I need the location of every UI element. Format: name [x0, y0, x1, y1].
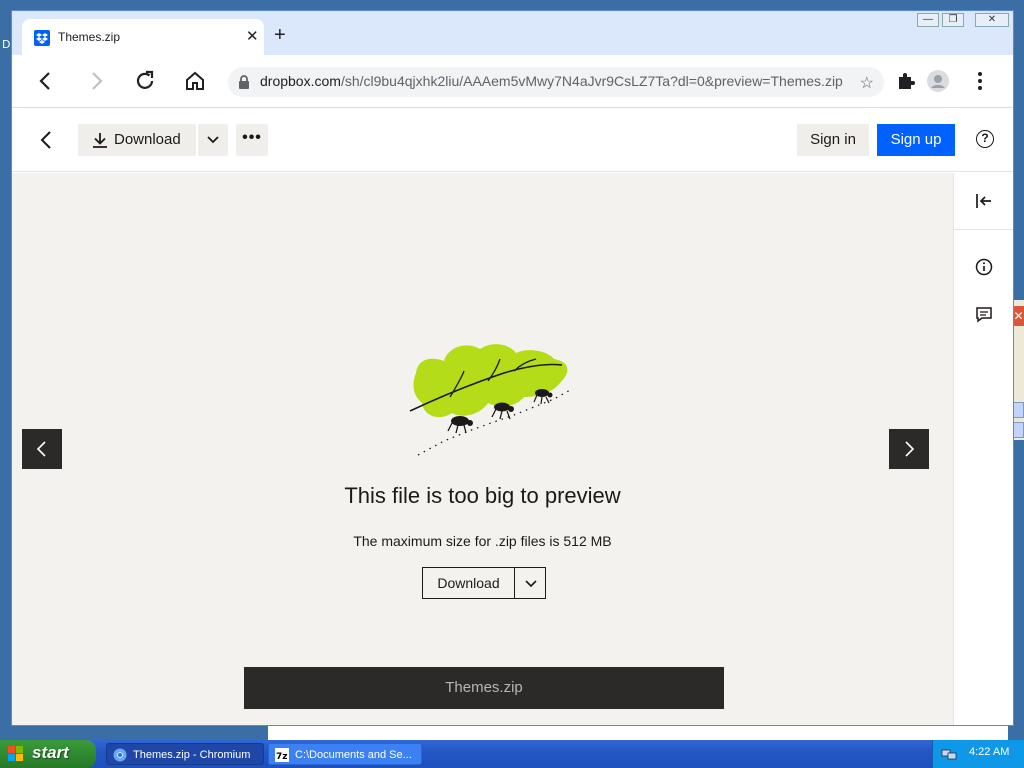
download-icon — [93, 133, 107, 148]
background-window-strip — [268, 724, 1008, 740]
dropbox-header: Download ••• Sign in Sign up ? — [12, 108, 1013, 172]
start-label: start — [32, 743, 69, 762]
chromium-icon — [113, 748, 127, 762]
window-close-button[interactable]: ✕ — [975, 13, 1009, 27]
background-scroll-up-icon[interactable] — [1013, 402, 1024, 418]
system-tray: 4:22 AM — [932, 740, 1024, 768]
preview-error-heading: This file is too big to preview — [344, 483, 621, 508]
desktop-icon-label: D — [2, 38, 11, 51]
collapse-sidebar-icon[interactable] — [974, 191, 994, 211]
back-chevron-icon[interactable] — [38, 128, 54, 152]
info-icon[interactable] — [974, 257, 994, 277]
address-bar[interactable]: dropbox.com/sh/cl9bu4qjxhk2liu/AAAem5vMw… — [228, 67, 884, 97]
preview-area: This file is too big to preview The maxi… — [12, 173, 953, 725]
help-icon[interactable]: ? — [976, 130, 994, 148]
browser-menu-icon[interactable] — [968, 69, 992, 93]
svg-text:7z: 7z — [276, 752, 288, 762]
download-label: Download — [114, 131, 181, 148]
background-window-close-icon[interactable]: ✕ — [1013, 306, 1024, 326]
taskbar-item-label: C:\Documents and Se... — [295, 749, 412, 761]
7zip-icon: 7z — [275, 748, 289, 762]
download-button[interactable]: Download — [78, 124, 196, 156]
right-sidebar — [953, 173, 1013, 725]
chevron-right-icon — [905, 441, 915, 457]
new-tab-icon[interactable]: + — [274, 25, 286, 45]
forward-arrow-icon[interactable] — [84, 69, 108, 93]
tab-title: Themes.zip — [58, 30, 121, 44]
browser-toolbar: dropbox.com/sh/cl9bu4qjxhk2liu/AAAem5vMw… — [12, 55, 1013, 108]
chevron-down-icon[interactable] — [525, 580, 537, 588]
comment-icon[interactable] — [974, 305, 994, 325]
home-icon[interactable] — [183, 69, 207, 93]
url-text: dropbox.com/sh/cl9bu4qjxhk2liu/AAAem5vMw… — [260, 73, 843, 89]
download-split-button[interactable]: Download — [422, 567, 546, 599]
profile-avatar-icon[interactable] — [926, 69, 950, 93]
reload-icon[interactable] — [133, 69, 157, 93]
sign-in-button[interactable]: Sign in — [797, 124, 869, 156]
taskbar: start Themes.zip - Chromium 7z C:\Docume… — [0, 740, 1024, 768]
url-path: /sh/cl9bu4qjxhk2liu/AAAem5vMwy7N4aJvr9Cs… — [340, 73, 843, 89]
background-scroll-down-icon[interactable] — [1013, 422, 1024, 438]
tab-themes-zip[interactable]: Themes.zip ✕ — [22, 19, 264, 55]
download-options-button[interactable] — [198, 124, 228, 156]
start-button[interactable]: start — [0, 740, 96, 768]
sign-up-button[interactable]: Sign up — [877, 124, 955, 156]
previous-file-button[interactable] — [22, 429, 62, 469]
bookmark-star-icon[interactable]: ☆ — [860, 73, 874, 93]
next-file-button[interactable] — [889, 429, 929, 469]
network-icon[interactable] — [941, 746, 957, 762]
clock: 4:22 AM — [969, 746, 1010, 758]
dropbox-favicon-icon — [34, 30, 50, 46]
sidebar-divider — [954, 229, 1013, 230]
file-name-bar: Themes.zip — [244, 667, 724, 709]
download-button-secondary[interactable]: Download — [423, 568, 515, 598]
taskbar-item-7zip[interactable]: 7z C:\Documents and Se... — [268, 743, 422, 765]
taskbar-item-chromium[interactable]: Themes.zip - Chromium — [106, 743, 264, 765]
lock-icon — [239, 75, 249, 89]
ants-carrying-leaf-illustration — [409, 344, 573, 456]
more-options-button[interactable]: ••• — [236, 124, 268, 156]
chevron-left-icon — [36, 441, 46, 457]
taskbar-item-label: Themes.zip - Chromium — [133, 749, 251, 761]
chevron-down-icon — [207, 136, 219, 144]
preview-error-detail: The maximum size for .zip files is 512 M… — [353, 533, 612, 549]
tab-close-icon[interactable]: ✕ — [246, 27, 259, 45]
browser-window: Themes.zip ✕ + — ❐ ✕ dropbox.com/sh/cl9b… — [11, 10, 1014, 726]
back-arrow-icon[interactable] — [34, 69, 58, 93]
extensions-puzzle-icon[interactable] — [894, 69, 918, 93]
url-host: dropbox.com — [260, 73, 341, 89]
windows-logo-icon — [8, 746, 23, 761]
minimize-button[interactable]: — — [917, 13, 939, 27]
restore-button[interactable]: ❐ — [942, 13, 964, 27]
tab-strip: Themes.zip ✕ + — ❐ ✕ — [12, 11, 1013, 55]
